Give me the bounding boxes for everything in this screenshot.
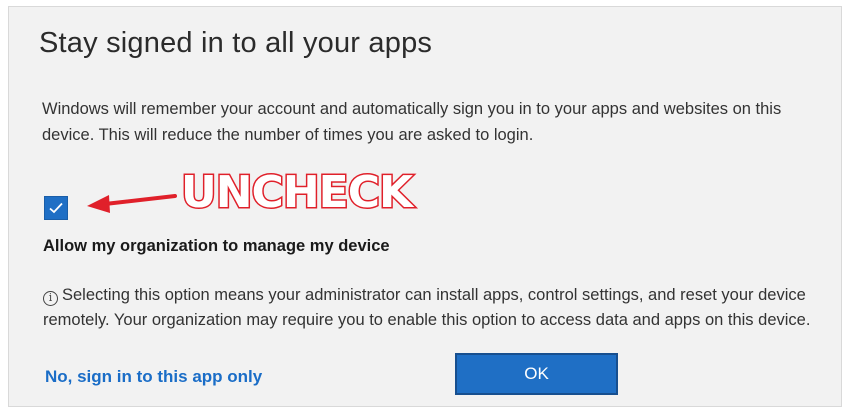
arrow-left-icon <box>87 194 177 213</box>
manage-device-label: Allow my organization to manage my devic… <box>43 237 390 255</box>
ok-button[interactable]: OK <box>455 353 618 395</box>
checkmark-icon <box>49 202 63 214</box>
info-icon: i <box>43 291 58 306</box>
stay-signed-in-dialog: Stay signed in to all your apps Windows … <box>8 6 842 407</box>
dialog-description: Windows will remember your account and a… <box>42 100 782 144</box>
sign-in-this-app-only-link[interactable]: No, sign in to this app only <box>45 367 262 387</box>
info-text-content: Selecting this option means your adminis… <box>43 286 811 329</box>
info-text: i Selecting this option means your admini… <box>43 283 838 333</box>
manage-device-checkbox[interactable] <box>44 196 68 220</box>
dialog-title: Stay signed in to all your apps <box>39 27 433 59</box>
uncheck-annotation: UNCHECK <box>179 167 414 218</box>
